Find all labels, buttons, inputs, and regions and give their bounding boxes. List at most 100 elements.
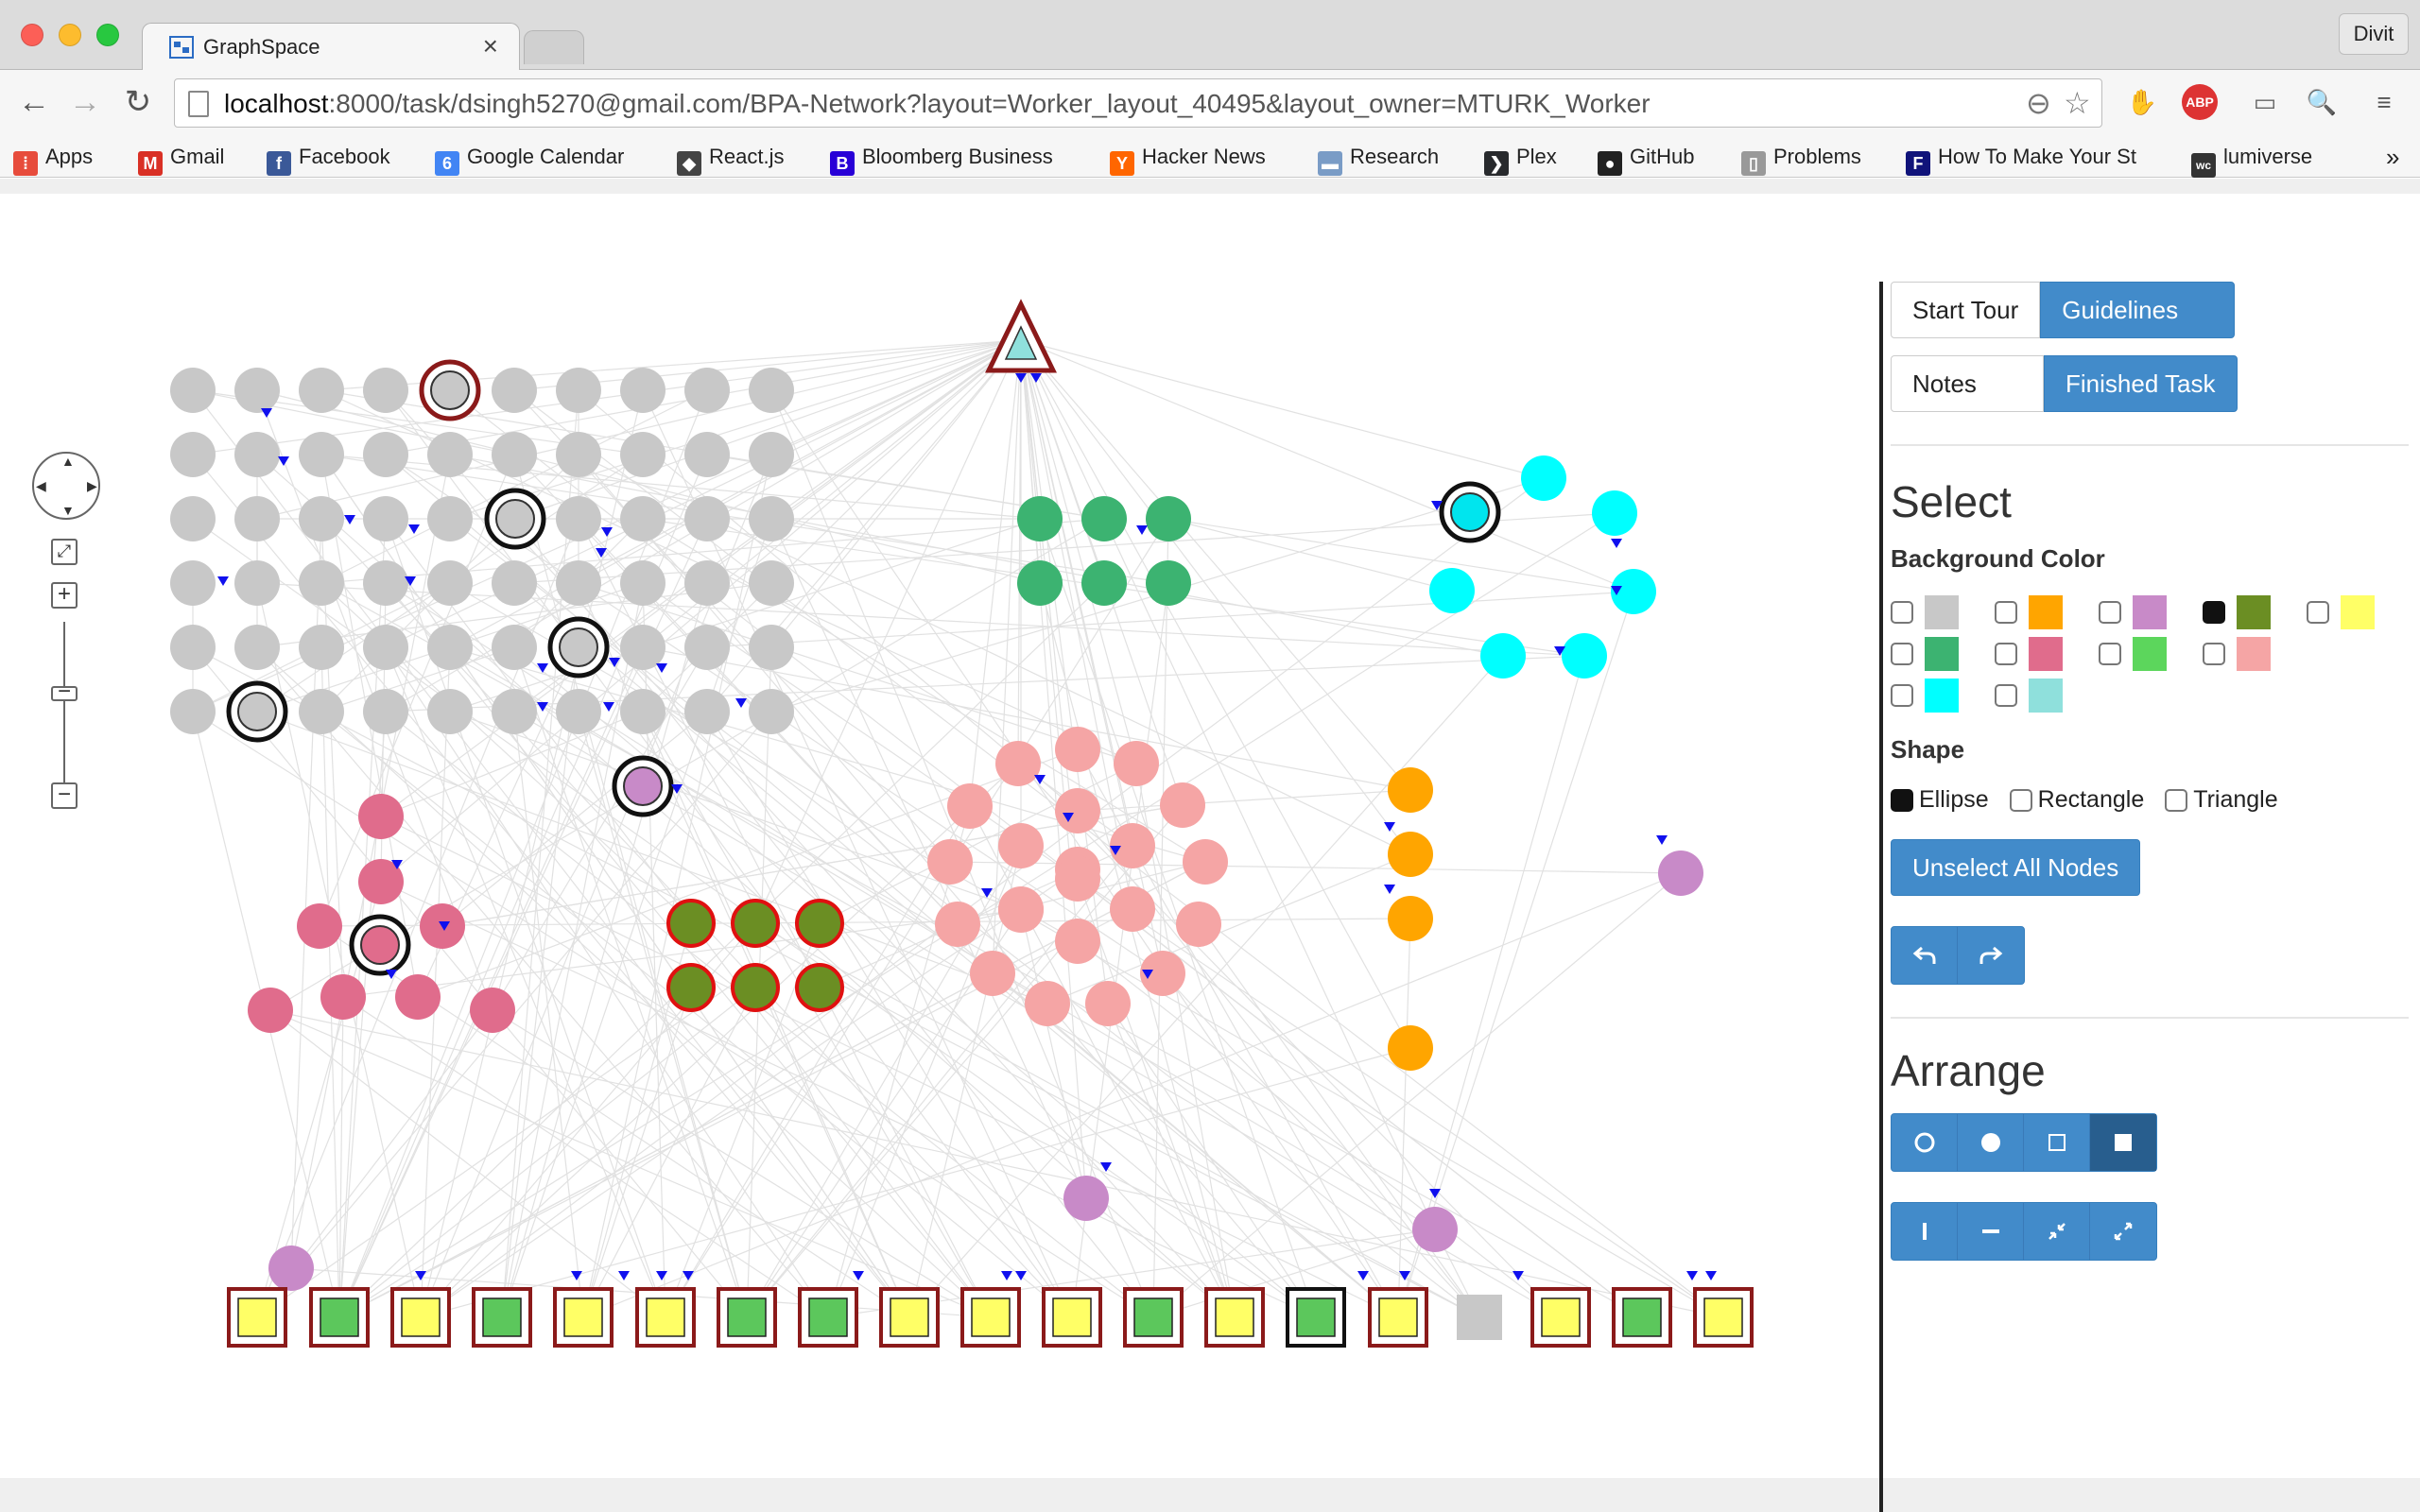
graph-node[interactable] <box>553 1287 614 1348</box>
graph-node[interactable] <box>363 368 408 413</box>
graph-node[interactable] <box>749 560 794 606</box>
graph-node[interactable] <box>1388 832 1433 877</box>
graph-node[interactable] <box>427 689 473 734</box>
graph-node[interactable] <box>666 963 716 1012</box>
forward-button[interactable]: → <box>64 81 106 123</box>
graph-node[interactable] <box>268 1246 314 1291</box>
graph-node[interactable] <box>299 432 344 477</box>
bookmark-research[interactable]: ▬ Research <box>1318 140 1439 176</box>
bookmark-gmail[interactable]: M Gmail <box>138 140 224 176</box>
graph-node[interactable] <box>684 496 730 541</box>
selected-graph-node[interactable] <box>349 914 411 976</box>
graph-node[interactable] <box>1562 633 1607 679</box>
arrange-grid-button[interactable] <box>2090 1114 2156 1171</box>
graph-node[interactable] <box>927 839 973 885</box>
graph-node[interactable] <box>492 432 537 477</box>
ublock-icon[interactable]: ✋ <box>2121 81 2163 123</box>
graph-node[interactable] <box>170 432 216 477</box>
graph-node[interactable] <box>795 899 844 948</box>
pan-left-icon[interactable]: ◀ <box>36 478 46 494</box>
graph-node[interactable] <box>620 689 666 734</box>
graph-node[interactable] <box>248 988 293 1033</box>
graph-node[interactable] <box>935 902 980 947</box>
graph-node[interactable] <box>995 741 1041 786</box>
arrange-filled-circle-button[interactable] <box>1958 1114 2024 1171</box>
graph-node[interactable] <box>170 368 216 413</box>
bookmark-star-icon[interactable]: ☆ <box>2064 85 2091 121</box>
color-swatch[interactable] <box>2341 595 2375 629</box>
graph-node[interactable] <box>363 496 408 541</box>
align-vertical-button[interactable] <box>1892 1203 1958 1260</box>
bookmark-bloomberg-business[interactable]: B Bloomberg Business <box>830 140 1053 176</box>
graph-node[interactable] <box>320 974 366 1020</box>
graph-node[interactable] <box>1017 496 1063 541</box>
unselect-all-nodes-button[interactable]: Unselect All Nodes <box>1891 839 2141 896</box>
graph-node[interactable] <box>1160 782 1205 828</box>
graph-node[interactable] <box>1612 1287 1672 1348</box>
color-swatch[interactable] <box>2029 595 2063 629</box>
finished-task-button[interactable]: Finished Task <box>2044 355 2238 412</box>
graph-node[interactable] <box>1204 1287 1265 1348</box>
triangle-graph-node[interactable] <box>985 299 1057 373</box>
graph-node[interactable] <box>1110 886 1155 932</box>
graph-node[interactable] <box>731 899 780 948</box>
pan-right-icon[interactable]: ▶ <box>87 478 97 494</box>
graph-node[interactable] <box>879 1287 940 1348</box>
graph-node[interactable] <box>684 625 730 670</box>
color-swatch[interactable] <box>1925 679 1959 713</box>
graph-node[interactable] <box>1114 741 1159 786</box>
graph-node[interactable] <box>470 988 515 1033</box>
profile-button[interactable]: Divit <box>2339 13 2409 55</box>
maximize-window-button[interactable] <box>96 24 119 46</box>
graph-node[interactable] <box>684 560 730 606</box>
color-checkbox[interactable] <box>1995 684 2017 707</box>
graph-node[interactable] <box>1042 1287 1102 1348</box>
graph-node[interactable] <box>358 794 404 839</box>
graph-node[interactable] <box>234 496 280 541</box>
graph-node[interactable] <box>1592 490 1637 536</box>
graph-node[interactable] <box>1146 560 1191 606</box>
graph-node[interactable] <box>620 496 666 541</box>
graph-node[interactable] <box>395 974 441 1020</box>
color-checkbox[interactable] <box>2203 643 2225 665</box>
selected-graph-node[interactable] <box>226 680 288 743</box>
graph-node[interactable] <box>297 903 342 949</box>
graph-node[interactable] <box>1183 839 1228 885</box>
color-checkbox[interactable] <box>2307 601 2329 624</box>
reload-button[interactable]: ↻ <box>117 81 159 123</box>
bookmarks-overflow-icon[interactable]: » <box>2386 140 2399 174</box>
graph-node[interactable] <box>1146 496 1191 541</box>
zoom-slider-handle[interactable]: − <box>51 680 78 703</box>
graph-node[interactable] <box>427 560 473 606</box>
graph-node[interactable] <box>1521 455 1566 501</box>
selected-graph-node[interactable] <box>1439 481 1501 543</box>
graph-node[interactable] <box>795 963 844 1012</box>
graph-node[interactable] <box>1693 1287 1754 1348</box>
graph-node[interactable] <box>556 368 601 413</box>
selected-graph-node[interactable] <box>419 359 481 421</box>
graph-node[interactable] <box>556 560 601 606</box>
graph-node[interactable] <box>970 951 1015 996</box>
graph-node[interactable] <box>1176 902 1221 947</box>
selected-graph-node[interactable] <box>547 616 610 679</box>
graph-node[interactable] <box>170 625 216 670</box>
graph-node[interactable] <box>234 368 280 413</box>
graph-node[interactable] <box>299 368 344 413</box>
bookmark-apps[interactable]: ⁞ Apps <box>13 140 93 176</box>
color-swatch[interactable] <box>2237 595 2271 629</box>
compress-button[interactable] <box>2024 1203 2090 1260</box>
start-tour-button[interactable]: Start Tour <box>1891 282 2041 338</box>
fit-graph-button[interactable]: ⤢ <box>51 539 78 565</box>
graph-node[interactable] <box>234 432 280 477</box>
color-checkbox[interactable] <box>2099 643 2121 665</box>
undo-button[interactable] <box>1892 927 1958 984</box>
search-ext-icon[interactable]: 🔍 <box>2301 81 2342 123</box>
graph-node[interactable] <box>749 496 794 541</box>
new-tab-button[interactable] <box>524 30 584 64</box>
graph-node[interactable] <box>1388 767 1433 813</box>
graph-node[interactable] <box>749 368 794 413</box>
expand-button[interactable] <box>2090 1203 2156 1260</box>
bookmark-react-js[interactable]: ◆ React.js <box>677 140 784 176</box>
color-swatch[interactable] <box>2029 637 2063 671</box>
color-swatch[interactable] <box>2237 637 2271 671</box>
